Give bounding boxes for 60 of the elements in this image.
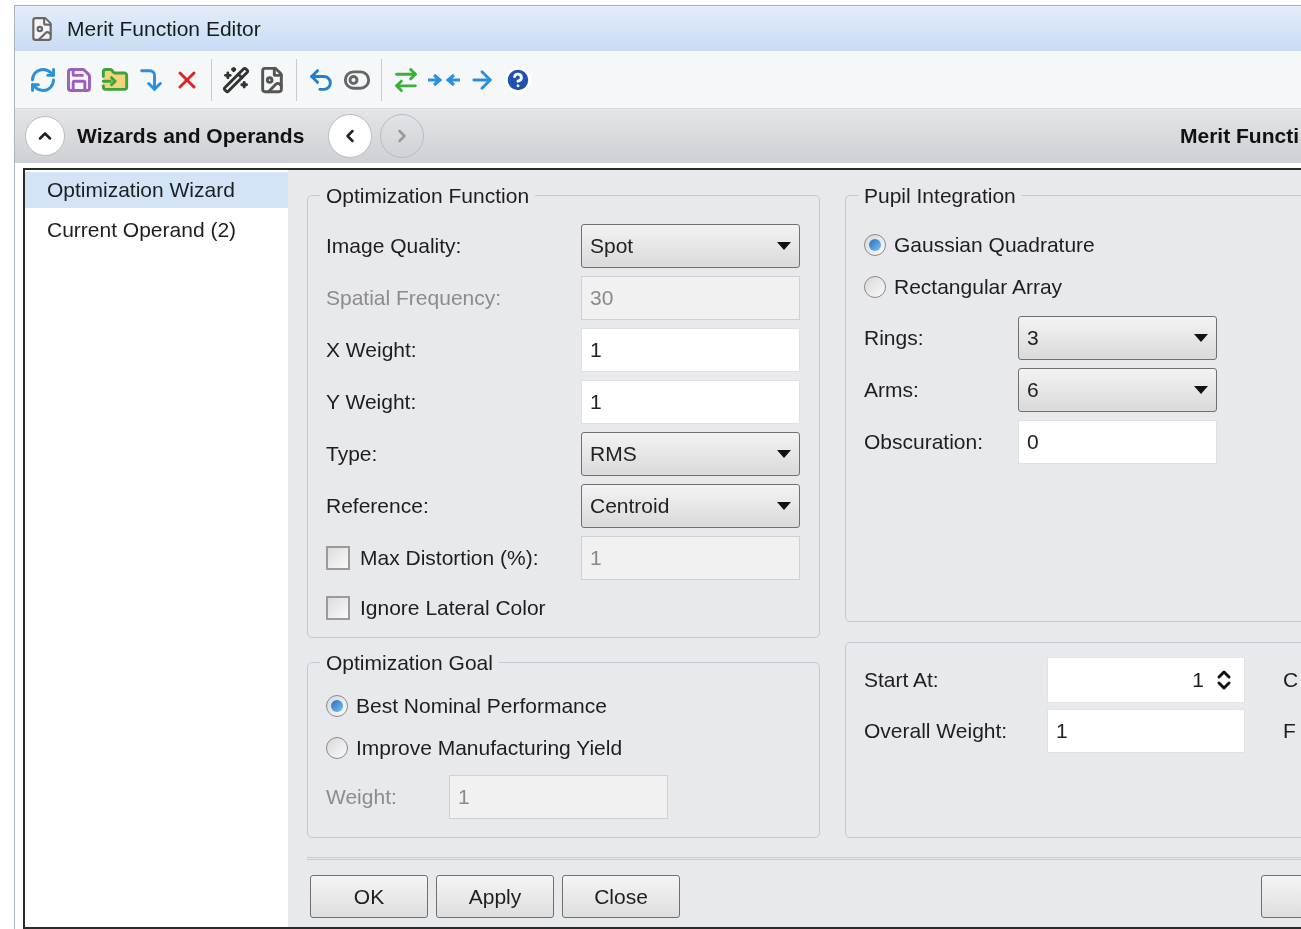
caret-icon [777, 449, 791, 458]
sidebar-item[interactable]: Optimization Wizard [25, 172, 288, 208]
caret-icon [777, 501, 791, 510]
field-label: Weight: [326, 783, 398, 810]
field-label: Y Weight: [326, 388, 418, 415]
dialog-button[interactable]: OK [310, 875, 428, 918]
dropdown[interactable]: RMS [581, 431, 800, 476]
field-label: X Weight: [326, 336, 418, 363]
field-label: Obscuration: [864, 428, 985, 455]
checkbox[interactable] [326, 595, 350, 620]
panel-title: Merit Functi [1180, 123, 1299, 150]
caret-icon [777, 241, 791, 250]
dropdown-value: 3 [1027, 324, 1039, 351]
sidebar-item[interactable]: Current Operand (2) [25, 212, 288, 248]
field-label: F [1283, 718, 1296, 745]
field-label: Arms: [864, 376, 920, 403]
field-label: Type: [326, 440, 379, 467]
dropdown-value: Spot [590, 232, 634, 259]
dropdown-value: RMS [590, 440, 637, 467]
dropdown[interactable]: Spot [581, 223, 800, 268]
radio-label: Rectangular Array [894, 273, 1063, 300]
back-button[interactable] [328, 114, 373, 158]
dropdown[interactable]: 3 [1018, 315, 1217, 360]
field-label: Rings: [864, 324, 925, 351]
input-field[interactable]: 0 [1018, 419, 1217, 464]
dialog-button[interactable]: Close [562, 875, 680, 918]
window-title: Merit Function Editor [67, 15, 261, 42]
field-label: Image Quality: [326, 232, 463, 259]
spinner-field[interactable]: 1 [1047, 657, 1245, 703]
checkbox-label: Ignore Lateral Color [360, 594, 546, 621]
checkbox-label: Max Distortion (%): [360, 544, 539, 571]
radio-label: Best Nominal Performance [356, 692, 607, 719]
group-title: Optimization Function [325, 183, 531, 209]
radio-label: Gaussian Quadrature [894, 231, 1095, 258]
field-label: C [1283, 667, 1299, 694]
dialog-button[interactable]: Apply [436, 875, 554, 918]
document-icon [29, 15, 55, 42]
dropdown[interactable]: 6 [1018, 367, 1217, 412]
radio-button[interactable] [864, 275, 886, 298]
input-field[interactable]: 1 [581, 379, 800, 424]
collapse-button[interactable] [25, 116, 65, 156]
dropdown-value: 6 [1027, 376, 1039, 403]
radio-button[interactable] [326, 736, 348, 759]
group-title: Optimization Goal [325, 650, 494, 676]
radio-button[interactable] [864, 233, 886, 256]
dropdown[interactable]: Centroid [581, 483, 800, 528]
input-field[interactable]: 1 [1047, 709, 1245, 753]
input-field[interactable]: 1 [581, 327, 800, 372]
spinner-value: 1 [1192, 667, 1204, 694]
section-title: Wizards and Operands [77, 123, 305, 150]
radio-label: Improve Manufacturing Yield [356, 734, 623, 761]
dropdown-value: Centroid [590, 492, 670, 519]
caret-icon [1194, 333, 1208, 342]
caret-icon [1194, 385, 1208, 394]
radio-button[interactable] [326, 694, 348, 717]
field-label: Reference: [326, 492, 430, 519]
field-label: Start At: [864, 667, 940, 694]
field-label: Spatial Frequency: [326, 284, 503, 311]
group-title: Pupil Integration [863, 183, 1017, 209]
field-label: Overall Weight: [864, 718, 1009, 745]
